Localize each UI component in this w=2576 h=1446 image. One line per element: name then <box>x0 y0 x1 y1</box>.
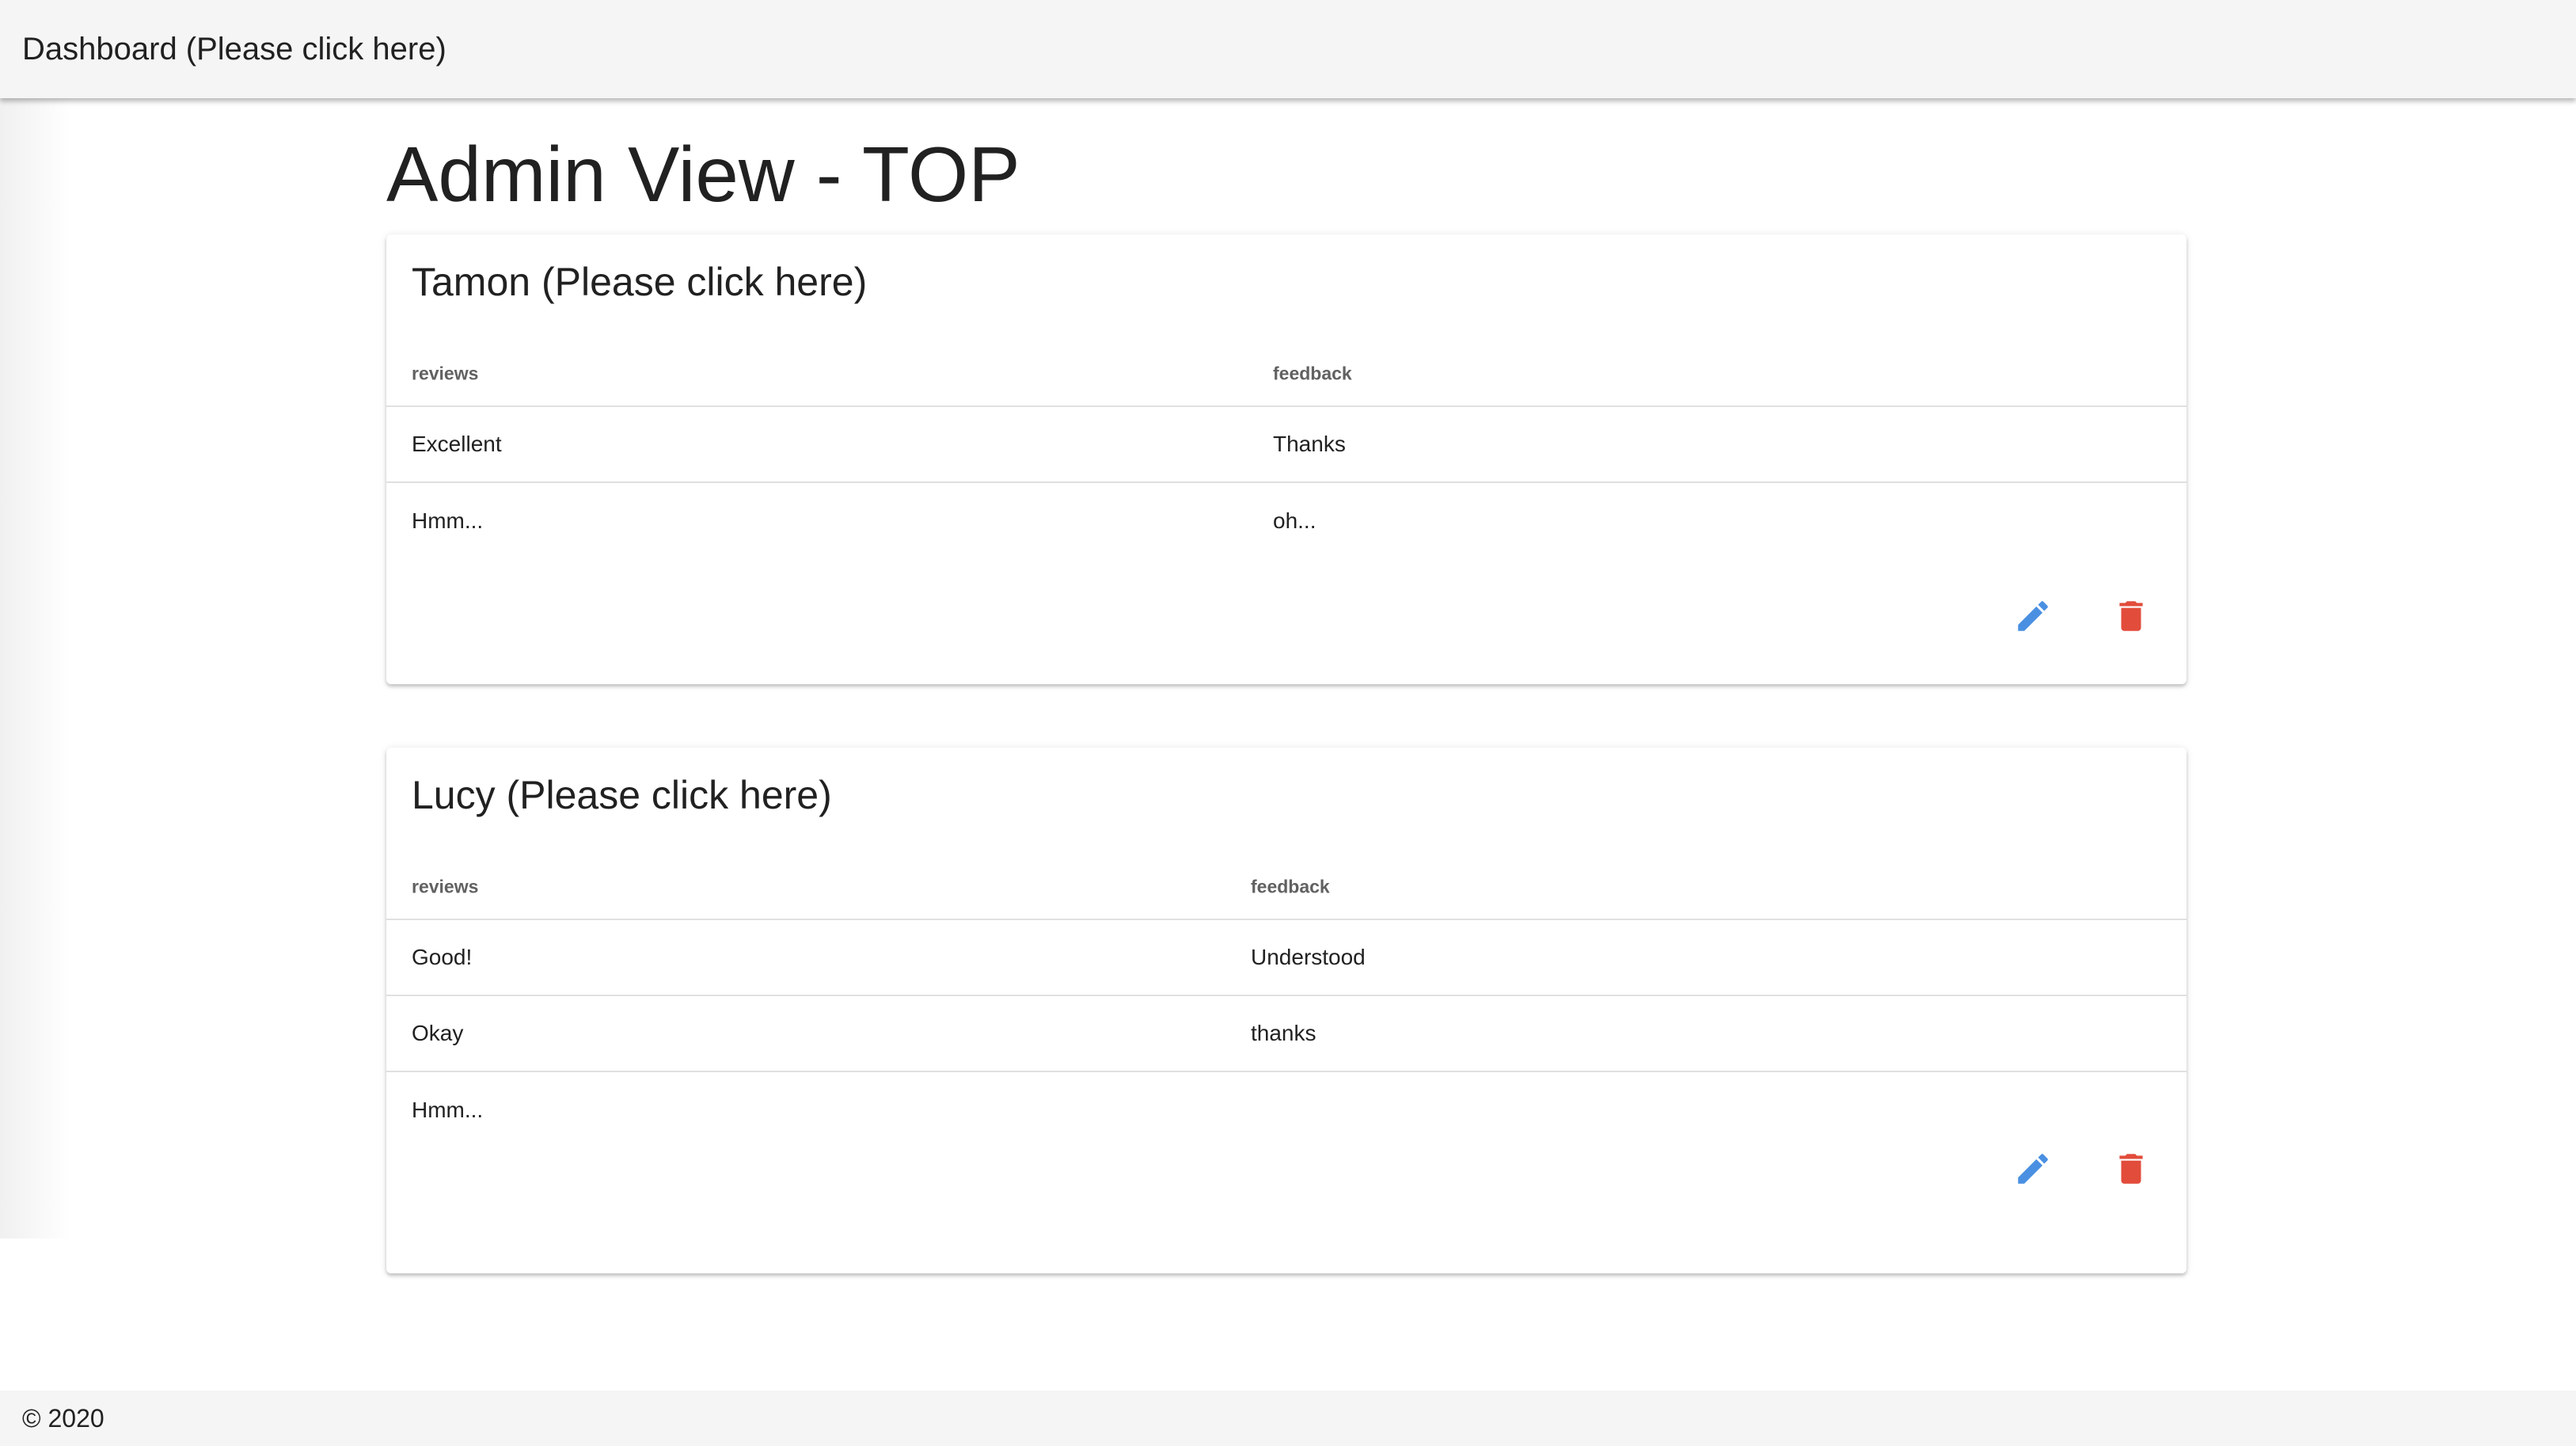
column-header-feedback: feedback <box>1273 363 1352 384</box>
delete-button[interactable] <box>2109 1147 2153 1191</box>
trash-icon <box>2119 601 2143 631</box>
table-header-row: reviews feedback <box>386 342 2187 407</box>
user-card-tamon: Tamon (Please click here) reviews feedba… <box>386 234 2187 684</box>
footer: © 2020 <box>0 1391 2576 1446</box>
table-row: Excellent Thanks <box>386 407 2187 483</box>
column-header-reviews: reviews <box>412 363 479 384</box>
feedback-cell: oh... <box>1273 508 1316 533</box>
table-row: Hmm... oh... <box>386 483 2187 559</box>
pencil-icon <box>2018 601 2048 631</box>
review-cell: Okay <box>412 1021 464 1045</box>
review-cell: Excellent <box>412 432 502 456</box>
card-title-link[interactable]: Lucy (Please click here) <box>412 770 832 820</box>
table-row: Hmm... <box>386 1072 2187 1148</box>
user-card-lucy: Lucy (Please click here) reviews feedbac… <box>386 748 2187 1273</box>
review-cell: Hmm... <box>412 1098 484 1122</box>
column-header-reviews: reviews <box>412 876 479 897</box>
edit-button[interactable] <box>2011 1147 2055 1191</box>
card-title-link[interactable]: Tamon (Please click here) <box>412 257 867 307</box>
card-actions <box>2011 594 2153 638</box>
review-cell: Hmm... <box>412 508 484 533</box>
review-cell: Good! <box>412 945 473 969</box>
copyright-text: © 2020 <box>22 1403 104 1433</box>
pencil-icon <box>2018 1154 2048 1184</box>
edit-button[interactable] <box>2011 594 2055 638</box>
feedback-cell: Thanks <box>1273 432 1346 456</box>
dashboard-link[interactable]: Dashboard (Please click here) <box>22 32 446 67</box>
table-header-row: reviews feedback <box>386 855 2187 920</box>
column-header-feedback: feedback <box>1251 876 1330 897</box>
review-table: reviews feedback Excellent Thanks Hmm...… <box>386 342 2187 559</box>
feedback-cell: Understood <box>1251 945 1366 969</box>
feedback-cell: thanks <box>1251 1021 1316 1045</box>
page-title: Admin View - TOP <box>386 131 1020 218</box>
navigation-drawer-shadow <box>0 98 71 1239</box>
app-bar: Dashboard (Please click here) <box>0 0 2576 98</box>
delete-button[interactable] <box>2109 594 2153 638</box>
trash-icon <box>2119 1154 2143 1184</box>
table-row: Okay thanks <box>386 996 2187 1072</box>
card-actions <box>2011 1147 2153 1191</box>
review-table: reviews feedback Good! Understood Okay t… <box>386 855 2187 1148</box>
table-row: Good! Understood <box>386 920 2187 996</box>
